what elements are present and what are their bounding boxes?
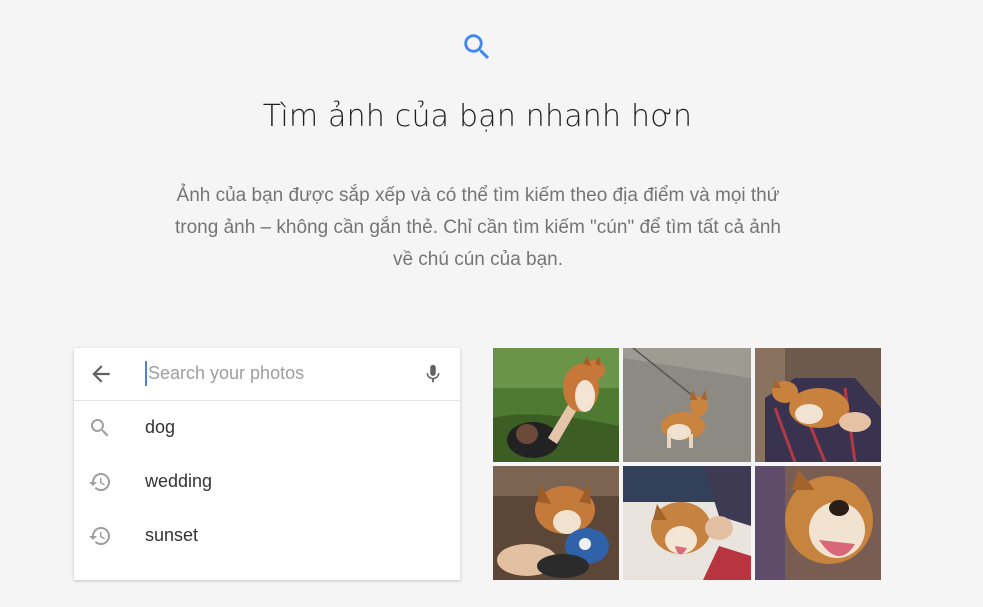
suggestion-item[interactable]: wedding	[74, 455, 460, 509]
photo-corgi-toy[interactable]	[493, 466, 619, 580]
suggestion-item[interactable]: dog	[74, 401, 460, 455]
suggestion-item[interactable]: sunset	[74, 509, 460, 563]
page-description: Ảnh của bạn được sắp xếp và có thể tìm k…	[174, 185, 781, 270]
search-icon	[91, 419, 109, 437]
suggestion-label: dog	[145, 417, 176, 437]
suggestion-label: sunset	[145, 525, 199, 545]
photo-corgi-closeup[interactable]	[755, 466, 881, 580]
back-arrow-icon[interactable]	[88, 361, 114, 387]
text-cursor	[145, 361, 147, 386]
photo-corgi-hugged[interactable]	[755, 348, 881, 462]
page-title: Tìm ảnh của bạn nhanh hơn	[262, 99, 693, 134]
history-icon	[89, 473, 110, 491]
suggestion-label: wedding	[145, 471, 213, 491]
history-icon	[89, 527, 110, 545]
search-bar	[74, 348, 460, 401]
photo-corgi-jumping-grass[interactable]	[493, 348, 619, 462]
photo-corgi-on-leash[interactable]	[623, 348, 751, 462]
search-icon	[464, 34, 490, 60]
photo-corgi-tongue[interactable]	[623, 466, 751, 580]
search-input[interactable]	[148, 358, 418, 388]
photo-grid	[493, 348, 881, 580]
search-demo-card: dog wedding sunset	[74, 348, 460, 580]
microphone-icon[interactable]	[422, 360, 444, 388]
